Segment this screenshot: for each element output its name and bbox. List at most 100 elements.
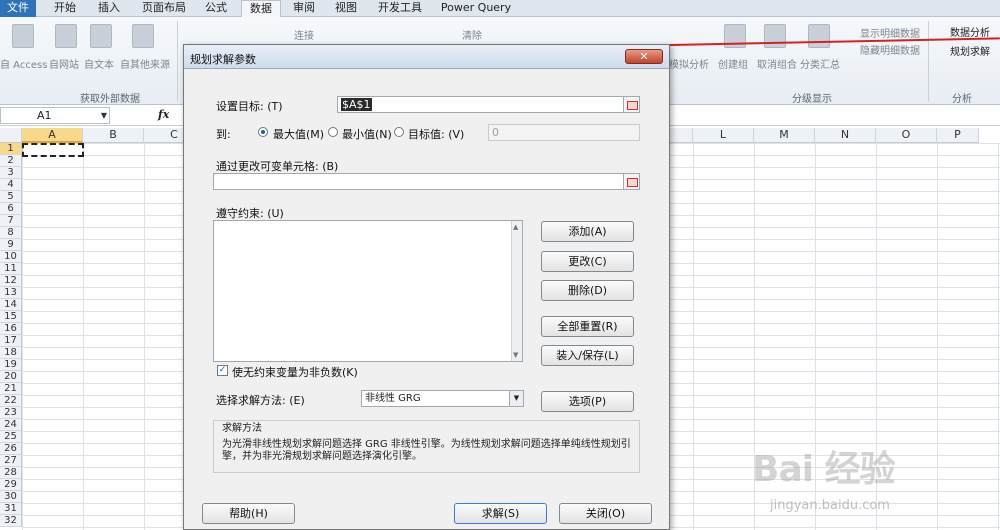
row-header-28[interactable]: 28 — [0, 467, 22, 479]
row-header-24[interactable]: 24 — [0, 419, 22, 431]
from-web-button[interactable]: 自网站 — [49, 56, 79, 71]
dialog-title-bar[interactable]: 规划求解参数 ✕ — [184, 45, 669, 69]
reset-all-button[interactable]: 全部重置(R) — [541, 316, 634, 337]
column-header-m[interactable]: M — [754, 128, 815, 143]
row-header-25[interactable]: 25 — [0, 431, 22, 443]
tab-developer[interactable]: 开发工具 — [370, 0, 430, 17]
add-button[interactable]: 添加(A) — [541, 221, 634, 242]
row-header-4[interactable]: 4 — [0, 179, 22, 191]
row-header-7[interactable]: 7 — [0, 215, 22, 227]
row-header-5[interactable]: 5 — [0, 191, 22, 203]
row-header-19[interactable]: 19 — [0, 359, 22, 371]
whatif-button[interactable]: 模拟分析 — [669, 56, 709, 71]
constraints-scrollbar[interactable]: ▲ ▼ — [511, 221, 522, 361]
method-select[interactable]: 非线性 GRG ▼ — [361, 390, 524, 407]
radio-min[interactable] — [328, 127, 338, 137]
chevron-down-icon[interactable]: ▼ — [101, 108, 107, 123]
row-header-26[interactable]: 26 — [0, 443, 22, 455]
row-header-13[interactable]: 13 — [0, 287, 22, 299]
row-header-15[interactable]: 15 — [0, 311, 22, 323]
column-header-b[interactable]: B — [83, 128, 144, 143]
objective-ref-icon[interactable] — [623, 96, 640, 113]
column-header-n[interactable]: N — [815, 128, 876, 143]
from-text-button[interactable]: 自文本 — [84, 56, 114, 71]
changing-cells-ref-icon[interactable] — [623, 173, 640, 190]
fx-icon[interactable]: fx — [158, 108, 169, 121]
method-section-title: 求解方法 — [222, 423, 262, 434]
to-label: 到: — [216, 128, 231, 141]
row-header-21[interactable]: 21 — [0, 383, 22, 395]
tab-review[interactable]: 审阅 — [284, 0, 324, 17]
close-button[interactable]: 关闭(O) — [559, 503, 652, 524]
tab-formulas[interactable]: 公式 — [196, 0, 236, 17]
column-header-l[interactable]: L — [693, 128, 754, 143]
row-header-14[interactable]: 14 — [0, 299, 22, 311]
radio-max-label[interactable]: 最大值(M) — [273, 126, 324, 142]
column-header-o[interactable]: O — [876, 128, 937, 143]
radio-min-label[interactable]: 最小值(N) — [342, 126, 392, 142]
row-header-30[interactable]: 30 — [0, 491, 22, 503]
from-access-button[interactable]: 自 Access — [0, 56, 47, 71]
show-detail-button[interactable]: 显示明细数据 — [860, 25, 920, 40]
tab-file[interactable]: 文件 — [0, 0, 36, 17]
row-header-32[interactable]: 32 — [0, 515, 22, 527]
from-other-button[interactable]: 自其他来源 — [120, 56, 170, 71]
row-header-10[interactable]: 10 — [0, 251, 22, 263]
row-header-17[interactable]: 17 — [0, 335, 22, 347]
radio-value-label[interactable]: 目标值: (V) — [408, 126, 464, 142]
delete-button[interactable]: 删除(D) — [541, 280, 634, 301]
row-header-12[interactable]: 12 — [0, 275, 22, 287]
tab-power-query[interactable]: Power Query — [436, 0, 516, 17]
row-header-16[interactable]: 16 — [0, 323, 22, 335]
row-header-9[interactable]: 9 — [0, 239, 22, 251]
change-button[interactable]: 更改(C) — [541, 251, 634, 272]
nonneg-label[interactable]: 使无约束变量为非负数(K) — [232, 364, 358, 380]
row-header-8[interactable]: 8 — [0, 227, 22, 239]
radio-value[interactable] — [394, 127, 404, 137]
constraints-list[interactable]: ▲ ▼ — [213, 220, 523, 362]
row-header-1[interactable]: 1 — [0, 143, 22, 155]
row-header-6[interactable]: 6 — [0, 203, 22, 215]
row-header-20[interactable]: 20 — [0, 371, 22, 383]
solve-button[interactable]: 求解(S) — [454, 503, 547, 524]
name-box[interactable]: A1 ▼ — [0, 107, 110, 124]
select-all-corner[interactable] — [0, 128, 22, 143]
help-button[interactable]: 帮助(H) — [202, 503, 295, 524]
row-header-22[interactable]: 22 — [0, 395, 22, 407]
scroll-down-icon[interactable]: ▼ — [513, 351, 518, 359]
scroll-up-icon[interactable]: ▲ — [513, 223, 518, 231]
subtotal-button[interactable]: 分类汇总 — [800, 56, 840, 71]
row-header-23[interactable]: 23 — [0, 407, 22, 419]
name-box-value: A1 — [37, 109, 52, 122]
row-header-27[interactable]: 27 — [0, 455, 22, 467]
tab-data[interactable]: 数据 — [241, 0, 281, 18]
changing-cells-input[interactable] — [213, 173, 625, 190]
row-header-29[interactable]: 29 — [0, 479, 22, 491]
group-button[interactable]: 创建组 — [718, 56, 748, 71]
solver-button[interactable]: 规划求解 — [950, 43, 990, 58]
tab-view[interactable]: 视图 — [326, 0, 366, 17]
row-header-3[interactable]: 3 — [0, 167, 22, 179]
tab-home[interactable]: 开始 — [44, 0, 86, 17]
row-header-18[interactable]: 18 — [0, 347, 22, 359]
row-header-2[interactable]: 2 — [0, 155, 22, 167]
target-value-input[interactable]: 0 — [488, 124, 640, 141]
radio-max[interactable] — [258, 127, 268, 137]
objective-input[interactable]: $A$1 — [337, 96, 625, 113]
column-header-p[interactable]: P — [937, 128, 979, 143]
nonneg-checkbox[interactable]: ✓ — [217, 365, 228, 376]
tab-page-layout[interactable]: 页面布局 — [134, 0, 194, 17]
row-header-31[interactable]: 31 — [0, 503, 22, 515]
column-header-a[interactable]: A — [22, 128, 83, 143]
ungroup-button[interactable]: 取消组合 — [757, 56, 797, 71]
tab-insert[interactable]: 插入 — [88, 0, 130, 17]
active-cell-a1[interactable] — [22, 143, 84, 157]
close-icon[interactable]: ✕ — [625, 49, 663, 64]
connections-button[interactable]: 连接 — [294, 27, 314, 42]
row-header-11[interactable]: 11 — [0, 263, 22, 275]
options-button[interactable]: 选项(P) — [541, 391, 634, 412]
chevron-down-icon[interactable]: ▼ — [509, 391, 523, 406]
load-save-button[interactable]: 装入/保存(L) — [541, 345, 634, 366]
hide-detail-button[interactable]: 隐藏明细数据 — [860, 42, 920, 57]
clear-button[interactable]: 清除 — [462, 27, 482, 42]
